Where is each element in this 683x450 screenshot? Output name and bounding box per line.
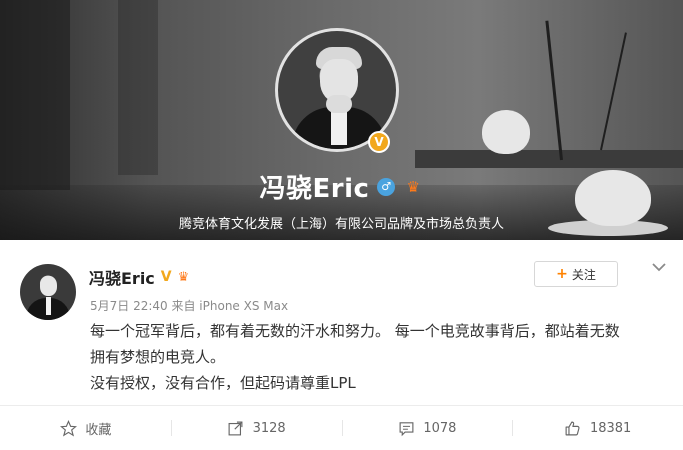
repost-button[interactable]: 3128 (170, 406, 342, 450)
post-text-line: 没有授权，没有合作，但起码请尊重LPL (90, 374, 356, 392)
comment-button[interactable]: 1078 (341, 406, 513, 450)
favorite-button[interactable]: 收藏 (0, 406, 171, 450)
thumbs-up-icon (564, 419, 582, 437)
post-author-row: 冯骁Eric V ♛ (89, 265, 189, 289)
verified-badge-icon: V (160, 269, 172, 285)
like-count: 18381 (589, 420, 632, 436)
post-text: 每一个冠军背后，都有着无数的汗水和努力。 每一个电竞故事背后，都站着无数 拥有梦… (90, 318, 670, 396)
cover-shadow (118, 0, 158, 175)
repost-count: 3128 (252, 420, 286, 436)
cover-table (415, 150, 683, 168)
plus-icon: + (556, 266, 568, 282)
profile-name-row: 冯骁Eric ♂ ♛ (0, 168, 683, 205)
profile-description: 腾竞体育文化发展（上海）有限公司品牌及市场总负责人 (178, 217, 504, 232)
profile-cover: V 冯骁Eric ♂ ♛ 腾竞体育文化发展（上海）有限公司品牌及市场总负责人 (0, 0, 683, 240)
cover-shadow (0, 0, 70, 190)
post-meta: 5月7日 22:40 来自 iPhone XS Max (90, 299, 289, 313)
cover-branch (600, 32, 627, 151)
post-text-line: 每一个冠军背后，都有着无数的汗水和努力。 每一个电竞故事背后，都站着无数 (90, 322, 620, 340)
crown-icon: ♛ (177, 269, 190, 285)
follow-label: 关注 (571, 267, 596, 282)
comment-count: 1078 (423, 420, 457, 436)
post-author-avatar[interactable] (20, 264, 76, 320)
male-icon: ♂ (377, 177, 396, 196)
verified-badge-icon: V (368, 131, 390, 153)
follow-button[interactable]: + 关注 (534, 261, 618, 287)
post-text-line: 拥有梦想的电竞人。 (90, 348, 226, 366)
chevron-down-icon[interactable] (648, 256, 670, 278)
teapot-image (482, 110, 530, 154)
profile-name: 冯骁Eric (259, 174, 370, 204)
comment-icon (397, 419, 415, 437)
like-button[interactable]: 18381 (512, 406, 683, 450)
crown-icon: ♛ (406, 177, 421, 196)
repost-icon (227, 419, 245, 437)
post-action-bar: 收藏 3128 1078 18381 (0, 406, 683, 450)
star-icon (59, 419, 77, 437)
post-author-name[interactable]: 冯骁Eric (89, 265, 155, 289)
cover-branch (545, 20, 563, 161)
favorite-label: 收藏 (85, 422, 112, 438)
